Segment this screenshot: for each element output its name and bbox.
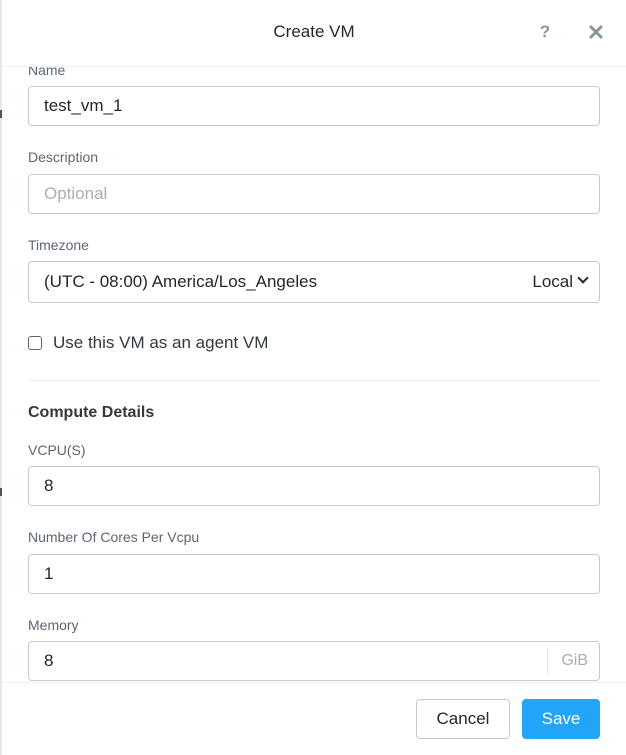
compute-details-heading: Compute Details xyxy=(28,404,155,421)
create-vm-dialog: Create VM ? ✕ Name test_vm_1 Description… xyxy=(2,0,626,755)
vcpus-label: VCPU(S) xyxy=(28,442,86,458)
cores-per-vcpu-label: Number Of Cores Per Vcpu xyxy=(28,529,200,545)
memory-label: Memory xyxy=(28,617,79,633)
chevron-down-icon xyxy=(577,272,589,284)
dialog-body[interactable]: Name test_vm_1 Description Optional Time… xyxy=(2,0,626,682)
name-input[interactable]: test_vm_1 xyxy=(28,86,600,126)
timezone-mode-label: Local xyxy=(532,272,573,291)
timezone-select[interactable]: (UTC - 08:00) America/Los_Angeles Local xyxy=(28,261,600,303)
description-label: Description xyxy=(28,149,99,165)
section-divider xyxy=(28,380,600,381)
save-button[interactable]: Save xyxy=(522,699,600,739)
description-input[interactable]: Optional xyxy=(28,174,600,214)
dialog-footer: Cancel Save xyxy=(2,682,626,755)
cores-per-vcpu-input[interactable]: 1 xyxy=(28,554,600,594)
question-icon[interactable]: ? xyxy=(534,22,556,44)
timezone-value: (UTC - 08:00) America/Los_Angeles xyxy=(44,272,318,291)
dialog-header: Create VM ? ✕ xyxy=(2,0,626,67)
dialog-title: Create VM xyxy=(273,22,355,41)
memory-value: 8 xyxy=(44,651,54,670)
memory-input[interactable]: 8 GiB xyxy=(28,641,600,681)
close-icon[interactable]: ✕ xyxy=(584,21,608,45)
agent-vm-label[interactable]: Use this VM as an agent VM xyxy=(53,333,268,353)
agent-vm-option[interactable]: Use this VM as an agent VM xyxy=(28,332,268,354)
timezone-label: Timezone xyxy=(28,237,89,253)
timezone-mode: Local xyxy=(532,262,589,302)
vcpus-input[interactable]: 8 xyxy=(28,466,600,506)
cancel-button[interactable]: Cancel xyxy=(416,699,510,739)
agent-vm-checkbox[interactable] xyxy=(28,336,42,350)
memory-unit: GiB xyxy=(547,648,599,674)
